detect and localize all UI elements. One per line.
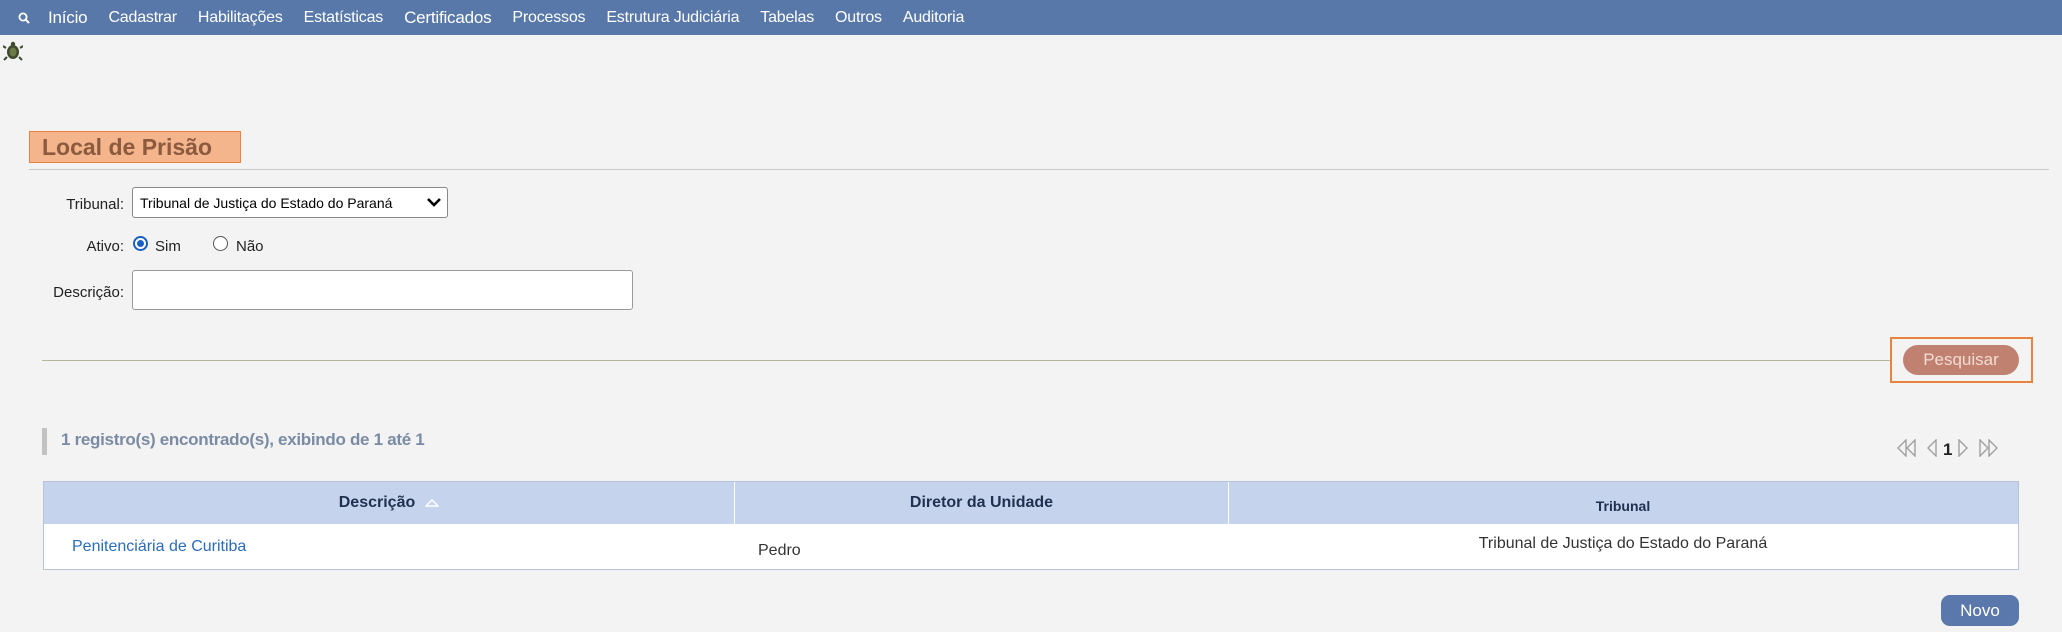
next-page-icon[interactable] xyxy=(1958,437,1969,462)
pagination: 1 xyxy=(1896,437,1999,463)
ativo-nao-radio[interactable] xyxy=(213,236,228,251)
novo-button[interactable]: Novo xyxy=(1941,595,2019,626)
menu-item-outros[interactable]: Outros xyxy=(835,9,882,27)
menu-item-processos[interactable]: Processos xyxy=(512,9,585,27)
row-descricao-link[interactable]: Penitenciária de Curitiba xyxy=(72,524,246,569)
menu-item-auditoria[interactable]: Auditoria xyxy=(903,9,965,27)
ativo-label: Ativo: xyxy=(86,238,124,255)
row-tribunal: Tribunal de Justiça do Estado do Paraná xyxy=(1478,534,1768,552)
results-summary: 1 registro(s) encontrado(s), exibindo de… xyxy=(61,430,425,449)
row-diretor: Pedro xyxy=(758,541,801,559)
current-page-number: 1 xyxy=(1943,440,1953,459)
menu-item-estrutura-judiciaria[interactable]: Estrutura Judiciária xyxy=(606,9,739,27)
table-header: Descrição Diretor da Unidade Tribunal xyxy=(44,482,2018,524)
column-header-descricao-label: Descrição xyxy=(338,494,416,511)
pesquisar-button[interactable]: Pesquisar xyxy=(1903,345,2019,375)
menu-item-inicio[interactable]: Início xyxy=(48,8,88,28)
descricao-input[interactable] xyxy=(132,270,633,310)
last-page-icon[interactable] xyxy=(1977,437,1999,462)
results-summary-marker xyxy=(42,428,47,455)
menu-item-certificados[interactable]: Certificados xyxy=(404,8,492,28)
menu-item-estatisticas[interactable]: Estatísticas xyxy=(304,9,384,27)
search-icon[interactable] xyxy=(0,0,48,35)
chevron-down-icon xyxy=(426,194,442,213)
first-page-icon[interactable] xyxy=(1896,437,1918,462)
results-table: Descrição Diretor da Unidade Tribunal Pe… xyxy=(43,481,2019,570)
menu-item-tabelas[interactable]: Tabelas xyxy=(760,9,814,27)
tortoise-logo-icon xyxy=(2,40,24,62)
prev-page-icon[interactable] xyxy=(1926,437,1937,462)
ativo-sim-radio[interactable] xyxy=(133,236,148,251)
tribunal-select[interactable]: Tribunal de Justiça do Estado do Paraná xyxy=(132,187,448,218)
ativo-sim-label: Sim xyxy=(155,238,181,255)
top-menu-bar: Início Cadastrar Habilitações Estatístic… xyxy=(0,0,2062,35)
descricao-label: Descrição: xyxy=(53,284,124,301)
column-header-diretor[interactable]: Diretor da Unidade xyxy=(735,482,1229,524)
page-title: Local de Prisão xyxy=(29,131,241,163)
column-header-tribunal[interactable]: Tribunal xyxy=(1229,482,2017,524)
title-divider xyxy=(29,169,2049,170)
tribunal-select-value: Tribunal de Justiça do Estado do Paraná xyxy=(140,194,393,211)
tribunal-label: Tribunal: xyxy=(66,196,124,213)
menu-item-cadastrar[interactable]: Cadastrar xyxy=(108,9,177,27)
table-row: Penitenciária de Curitiba Pedro Tribunal… xyxy=(44,524,2018,569)
ativo-nao-label: Não xyxy=(236,238,264,255)
column-header-descricao[interactable]: Descrição xyxy=(44,482,735,524)
sort-ascending-icon xyxy=(424,494,440,512)
menu-item-habilitacoes[interactable]: Habilitações xyxy=(198,9,283,27)
form-divider xyxy=(42,360,1892,361)
